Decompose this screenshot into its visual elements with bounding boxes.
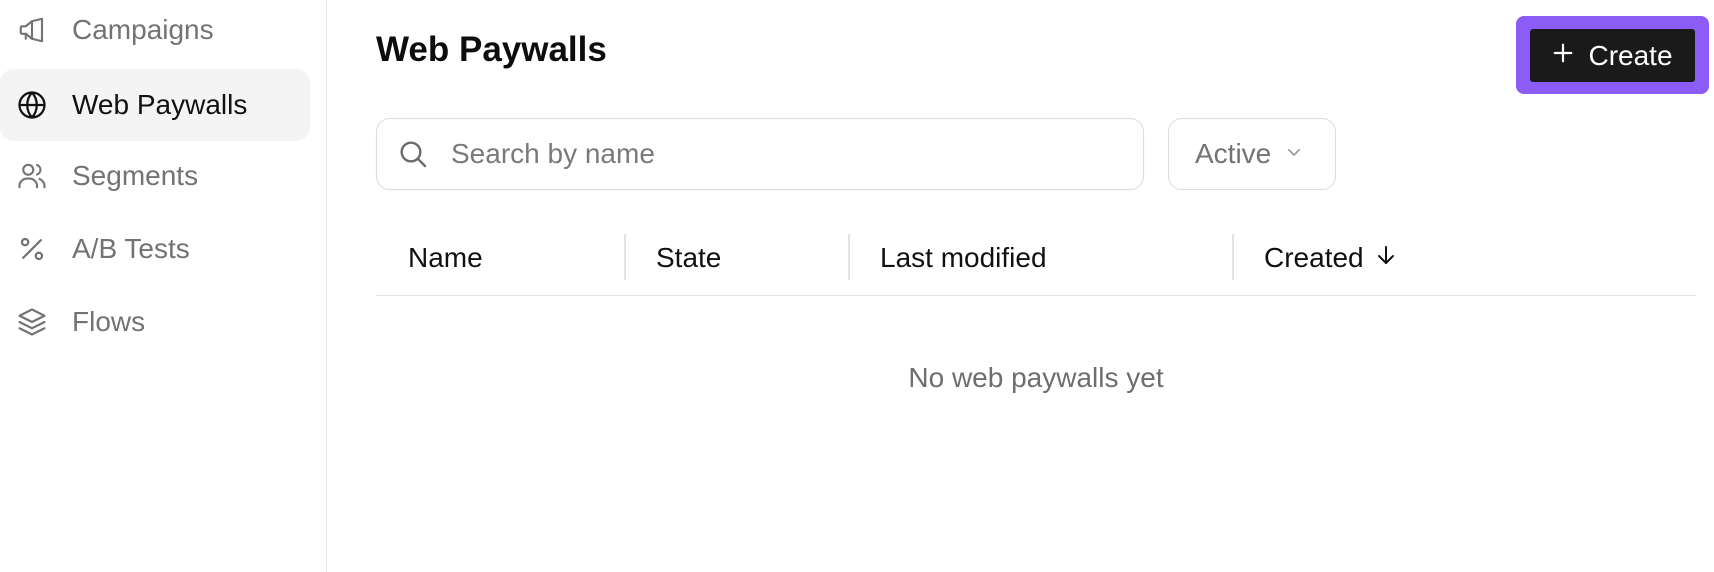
sidebar-item-label: Flows — [72, 306, 146, 337]
page-title: Web Paywalls — [376, 30, 607, 69]
empty-state-message: No web paywalls yet — [908, 362, 1164, 393]
column-header-label: Name — [408, 242, 483, 273]
plus-icon — [1552, 42, 1574, 69]
sidebar-item-label: A/B Tests — [72, 233, 190, 264]
megaphone-icon — [15, 13, 49, 47]
sidebar-item-label: Web Paywalls — [72, 89, 248, 120]
globe-icon — [15, 88, 49, 122]
search-icon — [397, 138, 429, 170]
sidebar-item-ab-tests[interactable]: A/B Tests — [0, 213, 310, 285]
column-header-label: State — [656, 242, 722, 273]
layers-icon — [15, 305, 49, 339]
app-window: Campaigns Web Paywalls Segments A/B Test… — [0, 0, 1714, 572]
search-input[interactable] — [451, 133, 1111, 175]
sidebar-item-label: Segments — [72, 160, 199, 191]
percent-icon — [15, 232, 49, 266]
create-button-inner: Create — [1530, 29, 1695, 82]
table-header: Name State Last modified Created — [376, 234, 1696, 296]
users-icon — [15, 159, 49, 193]
sidebar-item-label: Campaigns — [72, 14, 214, 45]
arrow-down-icon — [1374, 242, 1398, 274]
chevron-down-icon — [1285, 143, 1303, 166]
sidebar: Campaigns Web Paywalls Segments A/B Test… — [0, 0, 327, 572]
column-divider[interactable] — [848, 234, 850, 280]
sidebar-item-web-paywalls[interactable]: Web Paywalls — [0, 69, 310, 141]
status-filter-value: Active — [1195, 138, 1272, 169]
status-filter-select[interactable]: Active — [1168, 118, 1336, 190]
column-header-label: Created — [1264, 242, 1364, 273]
sidebar-item-campaigns[interactable]: Campaigns — [0, 0, 310, 66]
search-box[interactable] — [376, 118, 1144, 190]
column-divider[interactable] — [1232, 234, 1234, 280]
column-header-last-modified[interactable]: Last modified — [880, 234, 1047, 282]
create-button-label: Create — [1588, 39, 1673, 71]
column-divider[interactable] — [624, 234, 626, 280]
column-header-label: Last modified — [880, 242, 1047, 273]
sidebar-item-flows[interactable]: Flows — [0, 286, 310, 358]
sidebar-item-segments[interactable]: Segments — [0, 140, 310, 212]
create-button[interactable]: Create — [1516, 16, 1709, 94]
column-header-created[interactable]: Created — [1264, 234, 1398, 282]
column-header-state[interactable]: State — [656, 234, 721, 282]
column-header-name[interactable]: Name — [408, 234, 483, 282]
